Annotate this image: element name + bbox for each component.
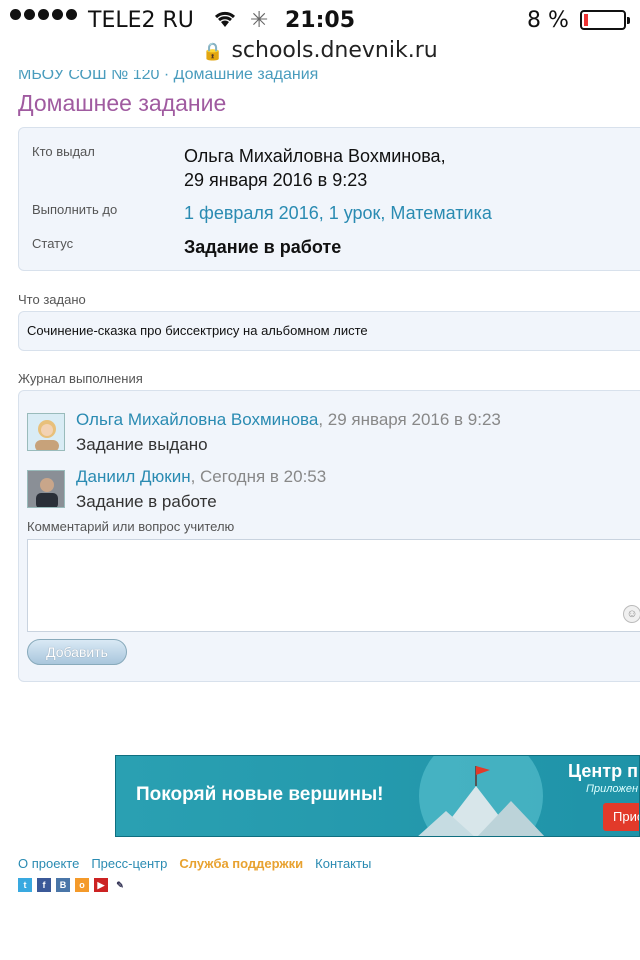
smiley-icon[interactable]: ☺: [623, 605, 640, 623]
livejournal-icon[interactable]: ✎: [113, 878, 127, 892]
url-bar[interactable]: 🔒 schools.dnevnik.ru: [0, 38, 640, 70]
comment-label: Комментарий или вопрос учителю: [27, 519, 235, 534]
vkontakte-icon[interactable]: B: [56, 878, 70, 892]
assignment-info-panel: Кто выдал Ольга Михайловна Вохминова, 29…: [18, 127, 640, 271]
footer-link-about[interactable]: О проекте: [18, 856, 79, 871]
odnoklassniki-icon[interactable]: o: [75, 878, 89, 892]
page-title: Домашнее задание: [18, 90, 227, 116]
comment-input[interactable]: [27, 539, 640, 632]
battery-percentage: 8 %: [527, 8, 569, 33]
footer-link-support[interactable]: Служба поддержки: [179, 856, 303, 871]
facebook-icon[interactable]: f: [37, 878, 51, 892]
social-icons: t f B o ▶ ✎: [18, 878, 127, 892]
issued-by-date: 29 января 2016 в 9:23: [184, 170, 368, 190]
task-label: Что задано: [18, 292, 86, 307]
journal-panel: Ольга Михайловна Вохминова, 29 января 20…: [18, 390, 640, 682]
url-text: schools.dnevnik.ru: [231, 38, 438, 63]
avatar[interactable]: [27, 413, 65, 451]
journal-entry-author[interactable]: Ольга Михайловна Вохминова, 29 января 20…: [76, 410, 501, 430]
promo-banner[interactable]: Покоряй новые вершины! Центр п Приложен …: [115, 755, 640, 837]
footer-links: О проекте Пресс-центр Служба поддержки К…: [18, 856, 371, 871]
mountain-icon: [418, 756, 545, 836]
issued-by-label: Кто выдал: [32, 144, 95, 159]
avatar[interactable]: [27, 470, 65, 508]
banner-join-button[interactable]: Прис: [603, 803, 639, 831]
banner-right-subtitle: Приложен: [586, 783, 639, 795]
banner-slogan: Покоряй новые вершины!: [136, 784, 384, 805]
lock-icon: 🔒: [202, 42, 224, 62]
journal-entry-author[interactable]: Даниил Дюкин, Сегодня в 20:53: [76, 467, 326, 487]
breadcrumb[interactable]: МБОУ СОШ № 120 · Домашние задания: [18, 70, 318, 84]
due-label: Выполнить до: [32, 202, 118, 217]
banner-right-title: Центр п: [568, 761, 638, 781]
add-comment-button[interactable]: Добавить: [27, 639, 127, 665]
status-value: Задание в работе: [184, 237, 342, 257]
task-text: Сочинение-сказка про биссектрису на альб…: [18, 311, 640, 351]
journal-label: Журнал выполнения: [18, 371, 143, 386]
journal-entry-action: Задание в работе: [76, 492, 217, 511]
battery-icon: [580, 10, 630, 30]
footer-link-press[interactable]: Пресс-центр: [91, 856, 167, 871]
twitter-icon[interactable]: t: [18, 878, 32, 892]
due-link[interactable]: 1 февраля 2016, 1 урок, Математика: [184, 201, 492, 225]
status-label: Статус: [32, 236, 74, 251]
journal-entry-action: Задание выдано: [76, 435, 208, 454]
footer-link-contacts[interactable]: Контакты: [315, 856, 371, 871]
issued-by-name: Ольга Михайловна Вохминова,: [184, 146, 446, 166]
youtube-icon[interactable]: ▶: [94, 878, 108, 892]
